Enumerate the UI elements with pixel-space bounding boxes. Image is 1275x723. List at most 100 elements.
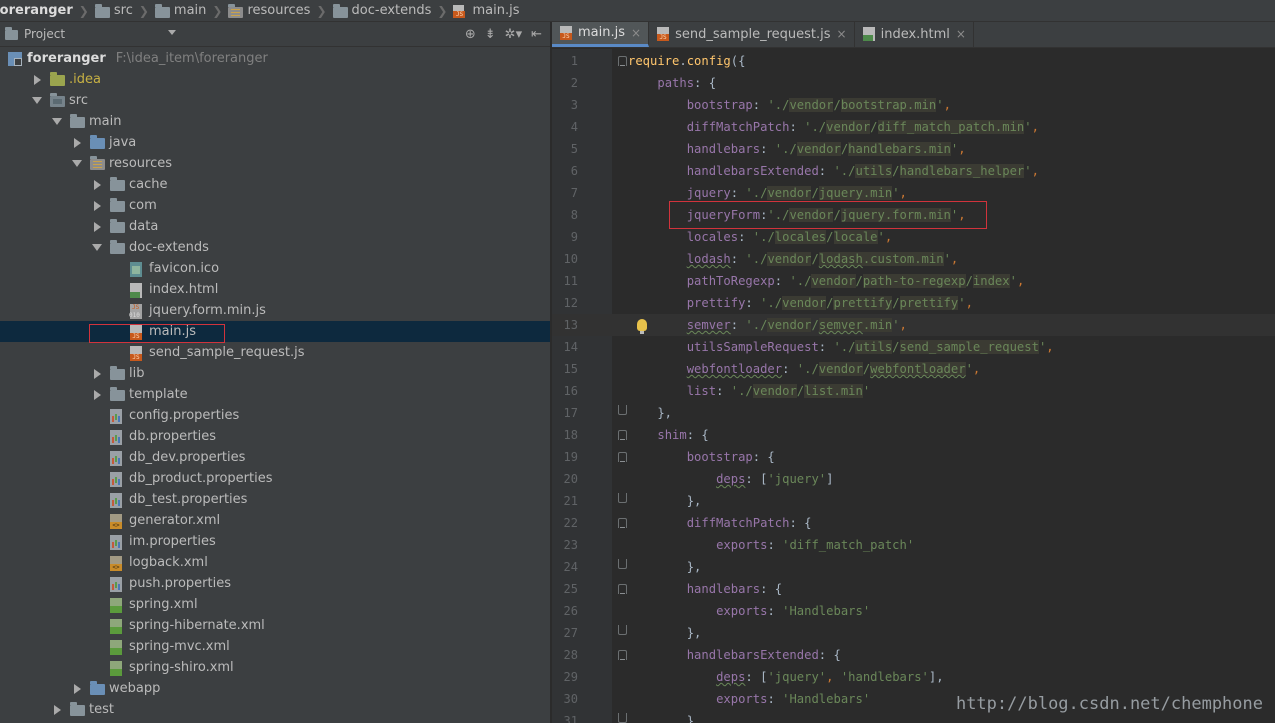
tree-node-config-properties[interactable]: config.properties — [0, 405, 550, 426]
fold-marker-icon[interactable] — [618, 452, 627, 462]
tree-node-spring-hibernate-xml[interactable]: spring-hibernate.xml — [0, 615, 550, 636]
collapse-arrow-icon[interactable] — [72, 684, 82, 694]
tree-node-label: java — [109, 135, 137, 150]
code-area[interactable]: 1 require.config({2 paths: {3 bootstrap: … — [552, 49, 1275, 723]
tree-node-foreranger[interactable]: foreranger F:\idea_item\foreranger — [0, 48, 550, 69]
tree-node-label: doc-extends — [129, 240, 209, 255]
tree-node-spring-mvc-xml[interactable]: spring-mvc.xml — [0, 636, 550, 657]
collapse-arrow-icon[interactable] — [92, 180, 102, 190]
hide-panel-icon[interactable]: ⇤ — [531, 27, 542, 42]
expand-arrow-icon[interactable] — [32, 96, 42, 106]
tree-node-com[interactable]: com — [0, 195, 550, 216]
tab-main-js[interactable]: main.js × — [552, 22, 650, 47]
fold-end-icon[interactable] — [618, 405, 627, 415]
code-text: bootstrap: { — [628, 446, 775, 468]
tree-node-label: lib — [129, 366, 145, 381]
breadcrumb-item[interactable]: doc-extends — [329, 0, 436, 22]
tree-node-data[interactable]: data — [0, 216, 550, 237]
close-tab-icon[interactable]: × — [631, 26, 641, 40]
line-number: 1 — [570, 54, 578, 68]
tree-node-java[interactable]: java — [0, 132, 550, 153]
tree-node-db-test-properties[interactable]: db_test.properties — [0, 489, 550, 510]
breadcrumb-item[interactable]: src — [91, 0, 137, 22]
tree-node-generator-xml[interactable]: generator.xml — [0, 510, 550, 531]
breadcrumb-item[interactable]: foreranger — [0, 0, 77, 22]
collapse-arrow-icon[interactable] — [92, 222, 102, 232]
fold-end-icon[interactable] — [618, 559, 627, 569]
code-token: bootstrap — [686, 450, 753, 464]
tree-node-webapp[interactable]: webapp — [0, 678, 550, 699]
view-dropdown-icon[interactable] — [168, 30, 176, 35]
tree-node-logback-xml[interactable]: logback.xml — [0, 552, 550, 573]
fold-end-icon[interactable] — [618, 493, 627, 503]
html-file-icon — [862, 27, 875, 41]
collapse-arrow-icon[interactable] — [52, 705, 62, 715]
tree-node-resources[interactable]: resources — [0, 153, 550, 174]
collapse-arrow-icon[interactable] — [92, 390, 102, 400]
expand-arrow-icon[interactable] — [52, 117, 62, 127]
tree-node-test[interactable]: test — [0, 699, 550, 720]
breadcrumb-item[interactable]: resources — [224, 0, 314, 22]
collapse-arrow-icon[interactable] — [72, 138, 82, 148]
collapse-arrow-icon[interactable] — [92, 201, 102, 211]
tree-node-push-properties[interactable]: push.properties — [0, 573, 550, 594]
tree-node-db-dev-properties[interactable]: db_dev.properties — [0, 447, 550, 468]
tree-node-favicon-ico[interactable]: favicon.ico — [0, 258, 550, 279]
fold-end-icon[interactable] — [618, 713, 627, 723]
tab-send-sample-request-js[interactable]: send_sample_request.js × — [649, 22, 855, 47]
collapse-arrow-icon[interactable] — [92, 369, 102, 379]
image-file-icon — [130, 261, 144, 277]
tree-node-template[interactable]: template — [0, 384, 550, 405]
code-token: / — [833, 98, 841, 112]
folder-icon — [110, 218, 125, 234]
spring-xml-file-icon — [110, 660, 124, 676]
breadcrumb-item[interactable]: main — [151, 0, 210, 22]
tree-node-lib[interactable]: lib — [0, 363, 550, 384]
tree-node-label: foreranger — [27, 51, 106, 66]
project-panel-toolbar: ⊕ ⇟ ✲▾ ⇤ — [465, 22, 542, 47]
locate-file-icon[interactable]: ⊕ — [465, 27, 476, 42]
tree-node-db-product-properties[interactable]: db_product.properties — [0, 468, 550, 489]
breadcrumb-label: doc-extends — [351, 3, 432, 18]
close-tab-icon[interactable]: × — [837, 27, 847, 41]
tree-node-main[interactable]: main — [0, 111, 550, 132]
fold-marker-icon[interactable] — [618, 56, 627, 66]
tree-node-label: index.html — [149, 282, 219, 297]
breadcrumb-item[interactable]: main.js — [449, 0, 523, 22]
tree-node--idea[interactable]: .idea — [0, 69, 550, 90]
fold-end-icon[interactable] — [618, 625, 627, 635]
tree-node-db-properties[interactable]: db.properties — [0, 426, 550, 447]
line-number: 10 — [563, 252, 578, 266]
tree-node-spring-xml[interactable]: spring.xml — [0, 594, 550, 615]
tree-node-spring-shiro-xml[interactable]: spring-shiro.xml — [0, 657, 550, 678]
tree-node-index-html[interactable]: index.html — [0, 279, 550, 300]
project-view-selector[interactable]: Project — [5, 27, 65, 41]
tree-node-cache[interactable]: cache — [0, 174, 550, 195]
collapse-all-icon[interactable]: ⇟ — [485, 27, 496, 42]
fold-marker-icon[interactable] — [618, 518, 627, 528]
settings-gear-icon[interactable]: ✲▾ — [505, 27, 522, 42]
code-token: vendor — [796, 142, 841, 156]
code-token: './ — [752, 230, 775, 244]
fold-marker-icon[interactable] — [618, 650, 627, 660]
tree-node-label: logback.xml — [129, 555, 208, 570]
code-editor: main.js×send_sample_request.js×index.htm… — [552, 22, 1275, 723]
tab-index-html[interactable]: index.html × — [855, 22, 974, 47]
tree-node-src[interactable]: src — [0, 90, 550, 111]
close-tab-icon[interactable]: × — [956, 27, 966, 41]
expand-arrow-icon[interactable] — [72, 159, 82, 169]
properties-file-icon — [110, 471, 124, 487]
tree-node-jquery-form-min-js[interactable]: jquery.form.min.js — [0, 300, 550, 321]
tree-node-label: main — [89, 114, 122, 129]
tree-node-send-sample-request-js[interactable]: send_sample_request.js — [0, 342, 550, 363]
code-line: 13 semver: './vendor/semver.min', — [552, 314, 1275, 336]
fold-marker-icon[interactable] — [618, 430, 627, 440]
tree-node-main-js[interactable]: main.js — [0, 321, 550, 342]
tree-node-im-properties[interactable]: im.properties — [0, 531, 550, 552]
fold-marker-icon[interactable] — [618, 584, 627, 594]
code-token: : — [767, 604, 783, 618]
collapse-arrow-icon[interactable] — [32, 75, 42, 85]
tree-node-doc-extends[interactable]: doc-extends — [0, 237, 550, 258]
expand-arrow-icon[interactable] — [92, 243, 102, 253]
